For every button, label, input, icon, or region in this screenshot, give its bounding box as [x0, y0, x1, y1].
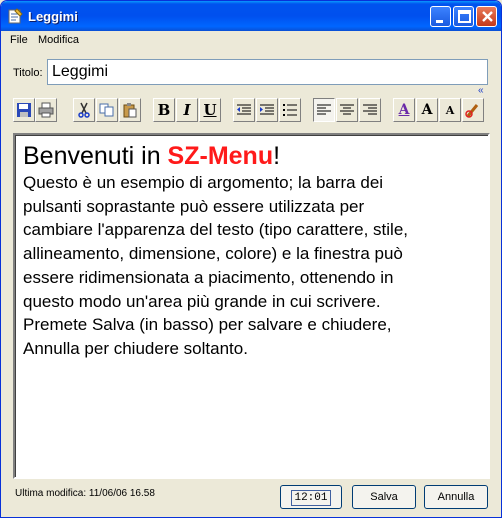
menu-modifica[interactable]: Modifica	[38, 34, 79, 46]
clear-format-button[interactable]	[462, 98, 484, 122]
save-label: Salva	[370, 491, 398, 503]
italic-button[interactable]: I	[176, 98, 198, 122]
copy-icon	[99, 103, 114, 117]
printer-icon	[38, 102, 54, 118]
title-field-label: Titolo:	[13, 67, 43, 79]
align-center-icon	[340, 104, 354, 115]
align-right-button[interactable]	[359, 98, 381, 122]
decrease-font-icon: A	[445, 103, 455, 117]
body-line: cambiare l'apparenza del testo (tipo car…	[23, 220, 408, 240]
app-window: Leggimi File Modifica Titolo: «	[0, 0, 502, 518]
cancel-button[interactable]: Annulla	[424, 485, 488, 509]
indent-button[interactable]	[256, 98, 278, 122]
decrease-font-button[interactable]: A	[439, 98, 461, 122]
body-line: Premete Salva (in basso) per salvare e c…	[23, 315, 392, 335]
collapse-toolbar-icon[interactable]: «	[478, 86, 484, 96]
document-heading: Benvenuti in SZ-Menu!	[23, 141, 480, 171]
last-modified-status: Ultima modifica: 11/06/06 16.58	[15, 488, 155, 499]
menu-bar: File Modifica	[5, 31, 499, 49]
cancel-label: Annulla	[437, 491, 475, 503]
menu-file[interactable]: File	[10, 34, 28, 46]
copy-tool-button[interactable]	[96, 98, 118, 122]
document-body: Questo è un esempio di argomento; la bar…	[23, 171, 480, 361]
minimize-button[interactable]	[430, 6, 451, 27]
bullet-list-icon	[283, 104, 297, 116]
heading-prefix: Benvenuti in	[23, 142, 168, 170]
underline-button[interactable]: U	[199, 98, 221, 122]
formatting-toolbar: B I U A A A	[13, 98, 493, 122]
align-left-icon	[317, 104, 331, 115]
body-line: Annulla per chiudere soltanto.	[23, 338, 248, 358]
outdent-icon	[237, 104, 251, 115]
minimize-icon	[436, 20, 443, 23]
notepad-icon	[8, 8, 23, 24]
maximize-button[interactable]	[453, 6, 474, 27]
increase-font-button[interactable]: A	[416, 98, 438, 122]
body-line: Questo è un esempio di argomento; la bar…	[23, 173, 384, 192]
save-tool-button[interactable]	[13, 98, 35, 122]
align-left-button[interactable]	[313, 98, 335, 122]
heading-suffix: !	[273, 142, 281, 170]
save-button[interactable]: Salva	[352, 485, 416, 509]
scissors-icon	[78, 102, 90, 118]
text-editor[interactable]: Benvenuti in SZ-Menu! Questo è un esempi…	[13, 133, 490, 479]
close-icon	[482, 11, 493, 22]
eraser-brush-icon	[465, 104, 479, 118]
body-line: allineamento, dimensione, colore) e la f…	[23, 244, 403, 264]
increase-font-icon: A	[421, 102, 433, 118]
floppy-disk-icon	[17, 103, 31, 117]
time-label: 12:01	[291, 490, 331, 506]
paste-tool-button[interactable]	[119, 98, 141, 122]
body-line: pulsanti soprastante può essere utilizza…	[23, 196, 365, 216]
font-color-icon: A	[398, 102, 410, 118]
maximize-icon	[458, 10, 471, 23]
bullet-list-button[interactable]	[279, 98, 301, 122]
print-tool-button[interactable]	[35, 98, 57, 122]
cut-tool-button[interactable]	[73, 98, 95, 122]
editor-content[interactable]: Benvenuti in SZ-Menu! Questo è un esempi…	[15, 135, 488, 477]
body-line: essere ridimensionata a piacimento, otte…	[23, 267, 394, 287]
indent-icon	[260, 104, 274, 115]
align-right-icon	[363, 104, 377, 115]
align-center-button[interactable]	[336, 98, 358, 122]
title-bar[interactable]: Leggimi	[1, 1, 501, 31]
heading-brand: SZ-Menu	[167, 142, 274, 170]
window-title: Leggimi	[28, 9, 78, 24]
bold-button[interactable]: B	[153, 98, 175, 122]
bold-label: B	[157, 101, 171, 119]
underline-label: U	[203, 101, 217, 119]
font-color-button[interactable]: A	[393, 98, 415, 122]
paste-icon	[123, 103, 137, 118]
close-button[interactable]	[476, 6, 497, 27]
italic-label: I	[183, 101, 191, 119]
body-line: questo modo un'area più grande in cui sc…	[23, 291, 381, 311]
insert-time-button[interactable]: 12:01	[280, 485, 342, 509]
title-input[interactable]	[47, 59, 488, 85]
outdent-button[interactable]	[233, 98, 255, 122]
